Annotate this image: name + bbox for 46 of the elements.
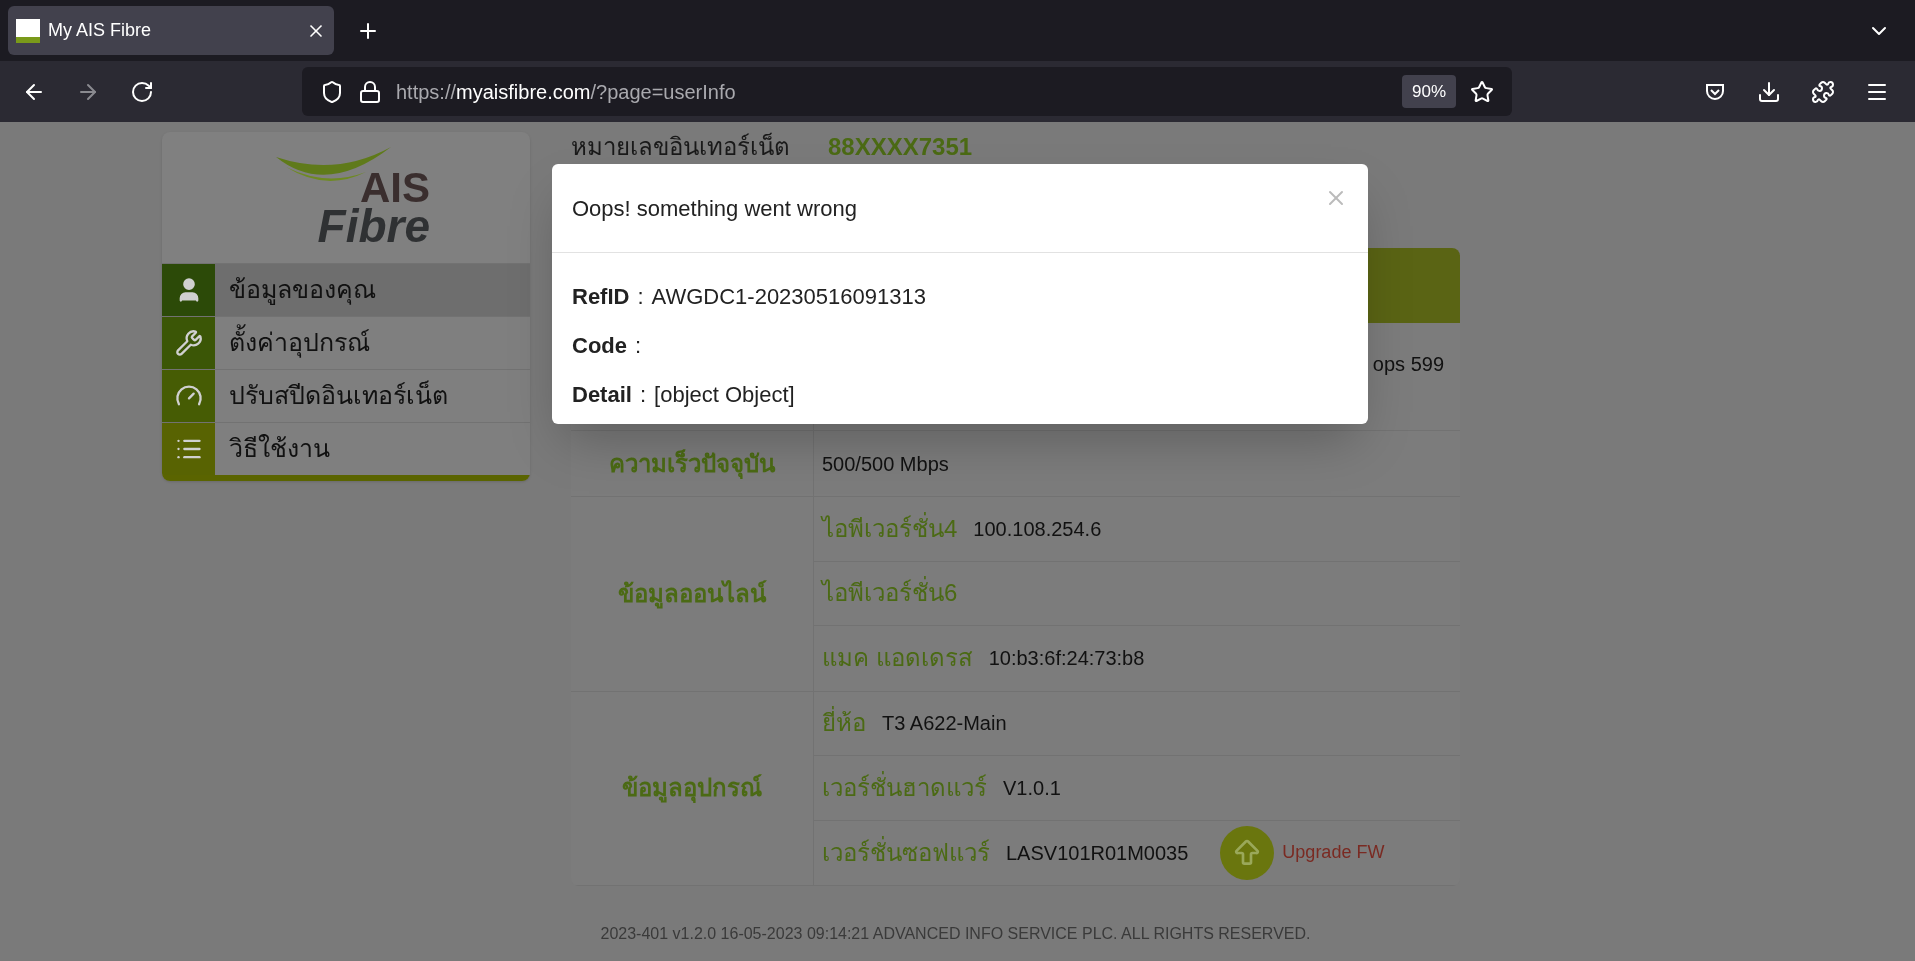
field-label: RefID (572, 283, 630, 311)
address-bar[interactable]: https://myaisfibre.com/?page=userInfo 90% (302, 67, 1512, 116)
sidebar-item[interactable]: ตั้งค่าอุปกรณ์ (162, 316, 530, 369)
internet-number-label: หมายเลขอินเทอร์เน็ต (571, 132, 790, 162)
star-icon[interactable] (1470, 79, 1494, 104)
url-text[interactable]: https://myaisfibre.com/?page=userInfo (396, 76, 1388, 107)
section-label: ข้อมูลอุปกรณ์ (622, 773, 762, 805)
field-value: [object Object] (654, 381, 795, 409)
section-label: ข้อมูลออนไลน์ (618, 578, 766, 611)
dialog-title: Oops! something went wrong (572, 194, 857, 223)
field-label: Detail (572, 381, 632, 409)
zoom-level[interactable]: 90% (1401, 74, 1456, 109)
field-value: T3 A622-Main (882, 711, 1007, 737)
site-icon (16, 18, 40, 43)
logo: AIS Fibre (256, 142, 436, 253)
download-icon[interactable] (1757, 79, 1781, 104)
field-name: เวอร์ชั่นซอฟแวร์ (822, 835, 990, 868)
field-label: Code (572, 332, 627, 360)
sidebar-item[interactable]: ปรับสปีดอินเทอร์เน็ต (162, 369, 530, 422)
tab-title: My AIS Fibre (48, 19, 153, 42)
shield-icon[interactable] (320, 79, 344, 104)
field-value: 10:b3:6f:24:73:b8 (988, 646, 1145, 672)
lock-icon[interactable] (358, 79, 382, 104)
field-value: V1.0.1 (1003, 775, 1061, 801)
field-value: ops 599 (1372, 352, 1444, 377)
separator: : (639, 381, 647, 409)
footer-text: 2023-401 v1.2.0 16-05-2023 09:14:21 ADVANCED INFO SERVICE PLC. ALL RIGHTS RESERVED. (599, 924, 1312, 944)
field-name: เวอร์ชั่นฮาดแวร์ (822, 770, 987, 803)
field-value: LASV101R01M0035 (1006, 840, 1189, 866)
field-name: แมค แอดเดรส (822, 643, 973, 674)
internet-number-value: 88XXXX7351 (828, 132, 973, 162)
field-value: AWGDC1-20230516091313 (651, 283, 926, 311)
section-label: ความเร็วปัจจุบัน (609, 448, 775, 481)
field-value: 100.108.254.6 (973, 516, 1102, 542)
sidebar-item[interactable]: ข้อมูลของคุณ (162, 263, 530, 316)
separator: : (637, 283, 644, 311)
sidebar-item[interactable]: วิธีใช้งาน (162, 422, 530, 475)
wrench-icon (174, 329, 203, 357)
reload-icon[interactable] (130, 79, 154, 104)
field-name: ไอพีเวอร์ชั่น4 (822, 511, 958, 544)
field-name: ไอพีเวอร์ชั่น6 (822, 575, 958, 612)
extensions-icon[interactable] (1811, 79, 1835, 104)
browser-tab[interactable]: My AIS Fibre (8, 6, 334, 55)
separator: : (635, 332, 642, 360)
field-name: ยี่ห้อ (822, 705, 866, 742)
field-value: 500/500 Mbps (822, 451, 949, 477)
